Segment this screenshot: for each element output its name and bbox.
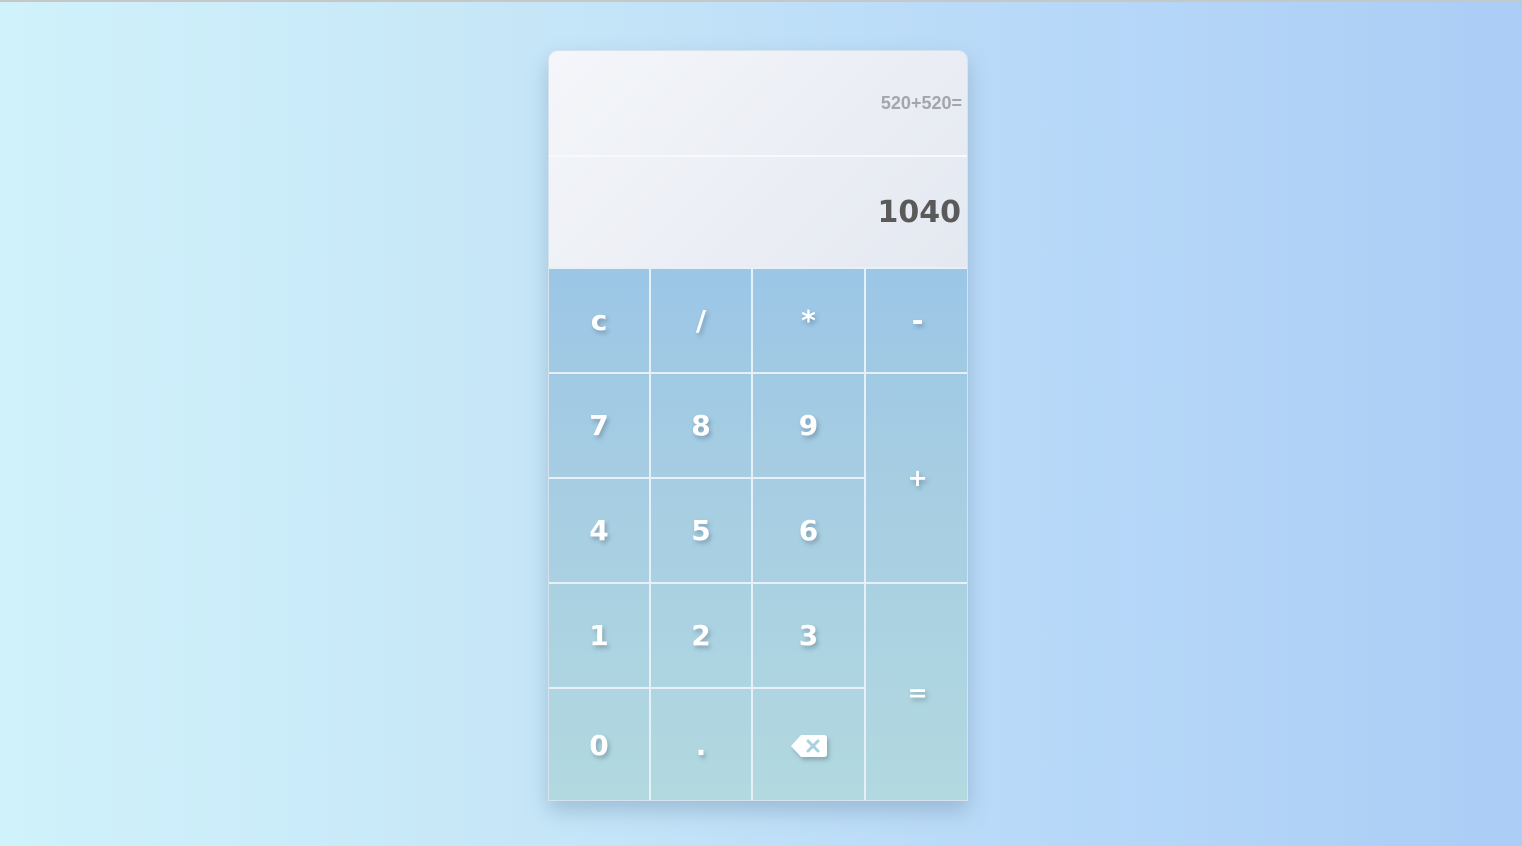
subtract-button[interactable]: - <box>866 267 967 372</box>
digit-3-button[interactable]: 3 <box>753 582 866 687</box>
digit-2-button[interactable]: 2 <box>651 582 753 687</box>
calculator: 520+520= 1040 c / * - 7 8 9 + 4 5 6 1 2 … <box>548 50 968 801</box>
calculator-display: 520+520= 1040 <box>549 51 967 267</box>
digit-9-button[interactable]: 9 <box>753 372 866 477</box>
digit-8-button[interactable]: 8 <box>651 372 753 477</box>
backspace-button[interactable] <box>753 687 866 800</box>
digit-1-button[interactable]: 1 <box>549 582 651 687</box>
multiply-button[interactable]: * <box>753 267 866 372</box>
add-button[interactable]: + <box>866 372 967 582</box>
digit-7-button[interactable]: 7 <box>549 372 651 477</box>
expression-display: 520+520= <box>549 51 967 157</box>
digit-6-button[interactable]: 6 <box>753 477 866 582</box>
digit-5-button[interactable]: 5 <box>651 477 753 582</box>
result-display: 1040 <box>877 194 962 230</box>
digit-4-button[interactable]: 4 <box>549 477 651 582</box>
divide-button[interactable]: / <box>651 267 753 372</box>
clear-button[interactable]: c <box>549 267 651 372</box>
digit-0-button[interactable]: 0 <box>549 687 651 800</box>
backspace-icon <box>790 733 828 759</box>
decimal-button[interactable]: . <box>651 687 753 800</box>
equals-button[interactable]: = <box>866 582 967 800</box>
keypad: c / * - 7 8 9 + 4 5 6 1 2 3 = 0 . <box>549 267 967 800</box>
